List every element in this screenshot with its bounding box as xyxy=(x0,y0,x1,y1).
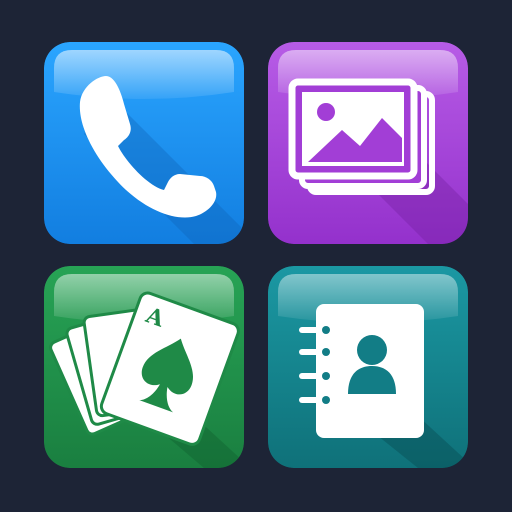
gallery-icon xyxy=(268,42,468,244)
phone-app-tile[interactable] xyxy=(44,42,244,244)
solitaire-app-tile[interactable]: A xyxy=(44,266,244,468)
icon-grid: A xyxy=(0,0,512,512)
gallery-app-tile[interactable] xyxy=(268,42,468,244)
contacts-icon xyxy=(268,266,468,468)
contacts-app-tile[interactable] xyxy=(268,266,468,468)
phone-icon xyxy=(44,42,244,244)
cards-icon: A xyxy=(44,266,244,468)
